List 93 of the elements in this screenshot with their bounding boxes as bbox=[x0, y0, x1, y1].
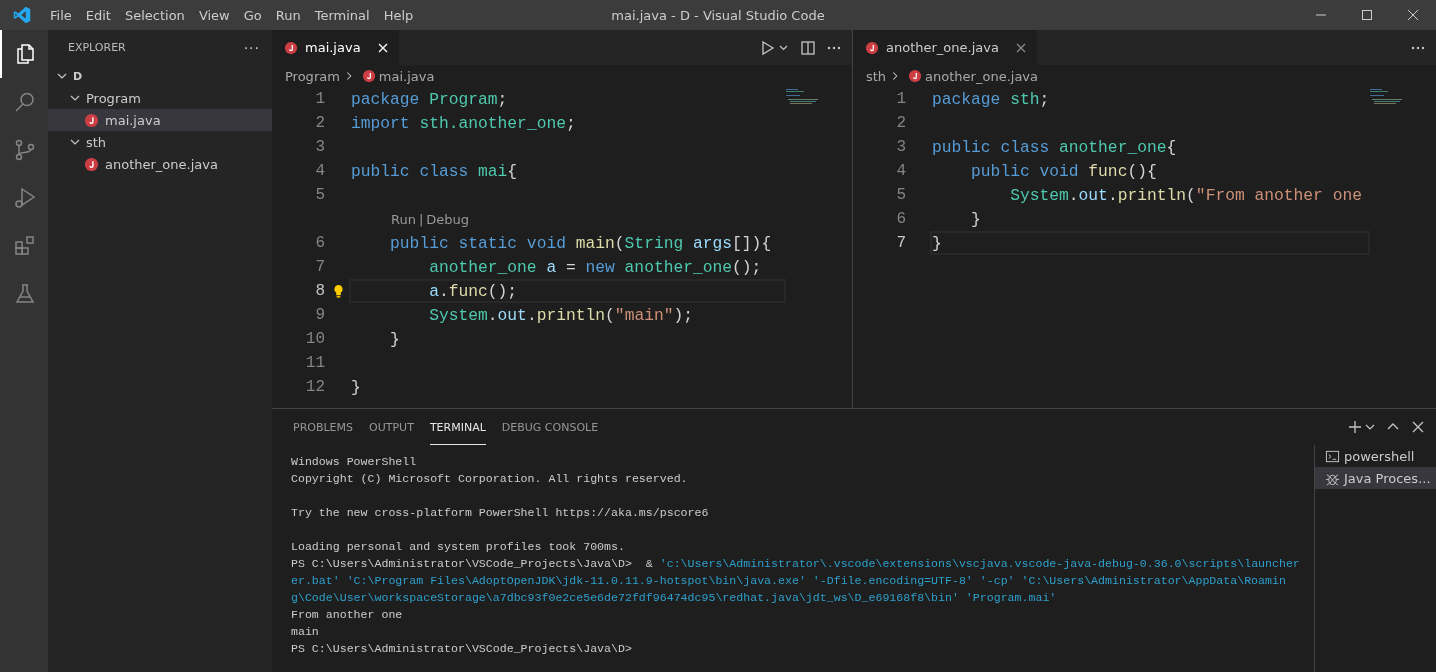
line-number: 11 bbox=[304, 354, 325, 372]
code-line: public class mai{ bbox=[351, 161, 518, 181]
code-line: public void func(){ bbox=[970, 161, 1157, 181]
line-number: 1 bbox=[895, 90, 906, 108]
code-line: System.out.println("main"); bbox=[428, 305, 694, 325]
line-number: 2 bbox=[314, 114, 325, 132]
split-editor-icon[interactable] bbox=[800, 39, 816, 56]
terminal-line: main bbox=[291, 625, 319, 638]
terminal-line: Windows PowerShell bbox=[291, 455, 417, 468]
line-number: 5 bbox=[314, 186, 325, 204]
panel-tab[interactable]: OUTPUT bbox=[369, 409, 414, 445]
menu-item[interactable]: File bbox=[43, 0, 79, 30]
tree-item[interactable]: D bbox=[48, 65, 272, 87]
plus-icon[interactable] bbox=[1347, 419, 1363, 435]
maximize-icon[interactable] bbox=[1361, 9, 1373, 21]
line-number: 4 bbox=[314, 162, 325, 180]
terminal-line: PS C:\Users\Administrator\VSCode_Projects\Java\D> & 'c:\Users\Administrator\.vscode\extensions\vscjava.vscode-java-debug-0.36.0\scripts\launcher bbox=[291, 557, 1300, 570]
more-actions-button[interactable]: ··· bbox=[243, 39, 260, 56]
line-number: 6 bbox=[314, 234, 325, 252]
line-number: 8 bbox=[314, 282, 325, 300]
minimap bbox=[786, 89, 818, 104]
breadcrumb-item[interactable]: mai.java bbox=[378, 68, 435, 84]
breadcrumb-item[interactable]: sth bbox=[866, 68, 887, 84]
menu-item[interactable]: View bbox=[191, 0, 237, 30]
menu-item[interactable]: Edit bbox=[78, 0, 118, 30]
code-line: System.out.println("From another one bbox=[1009, 185, 1362, 205]
code-line: } bbox=[351, 377, 361, 397]
java-file-icon bbox=[865, 40, 879, 55]
separator: | bbox=[418, 211, 424, 227]
java-file-icon bbox=[908, 69, 923, 83]
tree-item[interactable]: sth bbox=[48, 131, 272, 153]
panel-tab[interactable]: DEBUG CONSOLE bbox=[501, 409, 599, 445]
close-icon[interactable] bbox=[1410, 419, 1426, 435]
line-number: 1 bbox=[314, 90, 325, 108]
line-number: 12 bbox=[304, 378, 325, 396]
terminal-line: er.bat' 'C:\Program Files\AdoptOpenJDK\jdk-11.0.11.9-hotspot\bin\java.exe' '-Dfile.encoding=UTF-8' '-cp' 'C:\Users\Administrator\AppData\Roamin bbox=[291, 574, 1286, 587]
line-number: 3 bbox=[314, 138, 325, 156]
menu-item[interactable]: Selection bbox=[117, 0, 192, 30]
run-icon[interactable] bbox=[760, 39, 790, 56]
line-number: 7 bbox=[895, 234, 906, 252]
tree-item[interactable]: Program bbox=[48, 87, 272, 109]
minimap bbox=[1370, 89, 1402, 104]
code-line: public static void main(String args[]){ bbox=[389, 233, 772, 253]
code-line: another_one a = new another_one(); bbox=[428, 257, 762, 277]
code-line: package sth; bbox=[932, 89, 1050, 109]
line-number: 4 bbox=[895, 162, 906, 180]
run-link[interactable]: Run bbox=[391, 211, 416, 227]
panel-tab[interactable]: PROBLEMS bbox=[293, 409, 354, 445]
lightbulb-icon[interactable] bbox=[332, 283, 344, 299]
menu-item[interactable]: Go bbox=[236, 0, 269, 30]
editor-tab[interactable]: another_one.java bbox=[853, 30, 1037, 65]
code-line: } bbox=[932, 233, 942, 253]
tree-item[interactable]: mai.java bbox=[48, 109, 272, 131]
breadcrumb-item[interactable]: another_one.java bbox=[925, 68, 1038, 84]
code-line: import sth.another_one; bbox=[351, 113, 576, 133]
code-line: public class another_one{ bbox=[932, 137, 1177, 157]
menu-item[interactable]: Run bbox=[268, 0, 308, 30]
terminal-line: g\Code\User\workspaceStorage\a7dbc93f0e2ce5e6de72fdf96474dc95\redhat.java\jdt_ws\D_e69168f8\bin' 'Program.mai' bbox=[291, 591, 1057, 604]
breadcrumb-item[interactable]: Program bbox=[285, 68, 340, 84]
code-line: } bbox=[389, 329, 400, 349]
app-logo-icon bbox=[13, 6, 31, 24]
java-file-icon bbox=[84, 112, 99, 128]
terminal-line: Loading personal and system profiles took 700ms. bbox=[291, 540, 625, 553]
tree-item[interactable]: another_one.java bbox=[48, 153, 272, 175]
line-number: 2 bbox=[895, 114, 906, 132]
explorer-title: EXPLORER bbox=[68, 41, 126, 54]
terminal-list-item[interactable]: powershell bbox=[1315, 445, 1436, 467]
java-file-icon bbox=[284, 40, 298, 55]
menu-item[interactable]: Help bbox=[376, 0, 421, 30]
code-line: package Program; bbox=[351, 89, 508, 109]
terminal-line: PS C:\Users\Administrator\VSCode_Projects\Java\D> bbox=[291, 642, 632, 655]
terminal-list-item[interactable]: Java Proces... bbox=[1315, 467, 1436, 489]
line-number: 10 bbox=[304, 330, 325, 348]
code-line: } bbox=[970, 209, 981, 229]
line-number: 7 bbox=[314, 258, 325, 276]
editor-tab[interactable]: mai.java bbox=[272, 30, 399, 65]
terminal-line: From another one bbox=[291, 608, 403, 621]
debug-link[interactable]: Debug bbox=[426, 211, 470, 227]
line-number: 9 bbox=[314, 306, 325, 324]
panel-tab[interactable]: TERMINAL bbox=[429, 409, 486, 445]
line-number: 3 bbox=[895, 138, 906, 156]
java-file-icon bbox=[84, 156, 99, 172]
terminal-line: Copyright (C) Microsoft Corporation. All rights reserved. bbox=[291, 472, 688, 485]
line-number: 5 bbox=[895, 186, 906, 204]
window-title: mai.java - D - Visual Studio Code bbox=[611, 7, 825, 23]
terminal-icon bbox=[1325, 448, 1340, 464]
line-number: 6 bbox=[895, 210, 906, 228]
java-file-icon bbox=[361, 69, 376, 83]
terminal-line: Try the new cross-platform PowerShell https://aka.ms/pscore6 bbox=[291, 506, 709, 519]
minimize-icon[interactable] bbox=[1315, 14, 1327, 16]
menu-item[interactable]: Terminal bbox=[307, 0, 377, 30]
code-line: a.func(); bbox=[428, 281, 518, 301]
close-icon[interactable] bbox=[1407, 9, 1419, 21]
